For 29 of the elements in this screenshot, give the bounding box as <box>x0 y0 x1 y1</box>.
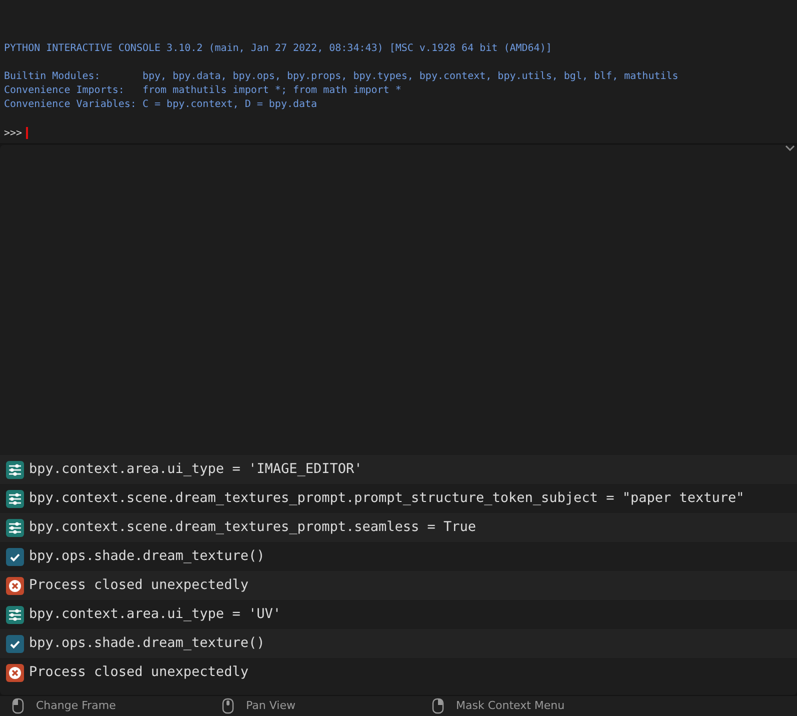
mouse-middle-button-icon <box>222 698 234 714</box>
report-message: bpy.ops.shade.dream_texture() <box>29 634 265 654</box>
chevron-down-icon[interactable] <box>785 145 795 151</box>
console-output-line: Convenience Imports: from mathutils import *; from math import * <box>4 84 402 98</box>
status-hint: Change Frame <box>36 698 116 714</box>
report-message: bpy.context.area.ui_type = 'UV' <box>29 605 281 624</box>
text-cursor <box>26 127 28 139</box>
report-message: bpy.ops.shade.dream_texture() <box>29 547 265 566</box>
settings-sliders-icon <box>6 518 24 536</box>
console-prompt: >>> <box>4 126 22 140</box>
checkmark-icon <box>6 634 24 652</box>
report-message: bpy.context.area.ui_type = 'IMAGE_EDITOR' <box>29 460 362 480</box>
console-output-line: PYTHON INTERACTIVE CONSOLE 3.10.2 (main, Jan 27 2022, 08:34:43) [MSC v.1928 64 bit (AMD64)] <box>4 42 553 56</box>
console-output-line: Convenience Variables: C = bpy.context, D = bpy.data <box>4 98 318 112</box>
report-message: bpy.context.scene.dream_textures_prompt.prompt_structure_token_subject = "paper texture" <box>29 489 744 508</box>
settings-sliders-icon <box>6 490 24 508</box>
error-icon <box>6 664 24 682</box>
report-message: Process closed unexpectedly <box>29 663 248 682</box>
mouse-left-button-icon <box>12 698 24 714</box>
status-hint: Mask Context Menu <box>456 698 565 714</box>
report-message: Process closed unexpectedly <box>29 576 248 596</box>
settings-sliders-icon <box>6 460 24 478</box>
mouse-right-button-icon <box>432 698 444 714</box>
checkmark-icon <box>6 548 24 566</box>
report-message: bpy.context.scene.dream_textures_prompt.seamless = True <box>29 518 476 538</box>
error-icon <box>6 576 24 594</box>
settings-sliders-icon <box>6 606 24 624</box>
status-hint: Pan View <box>246 698 296 714</box>
console-output-line: Builtin Modules: bpy, bpy.data, bpy.ops, bpy.props, bpy.types, bpy.context, bpy.utils, bgl, blf, mathutils <box>4 70 680 84</box>
